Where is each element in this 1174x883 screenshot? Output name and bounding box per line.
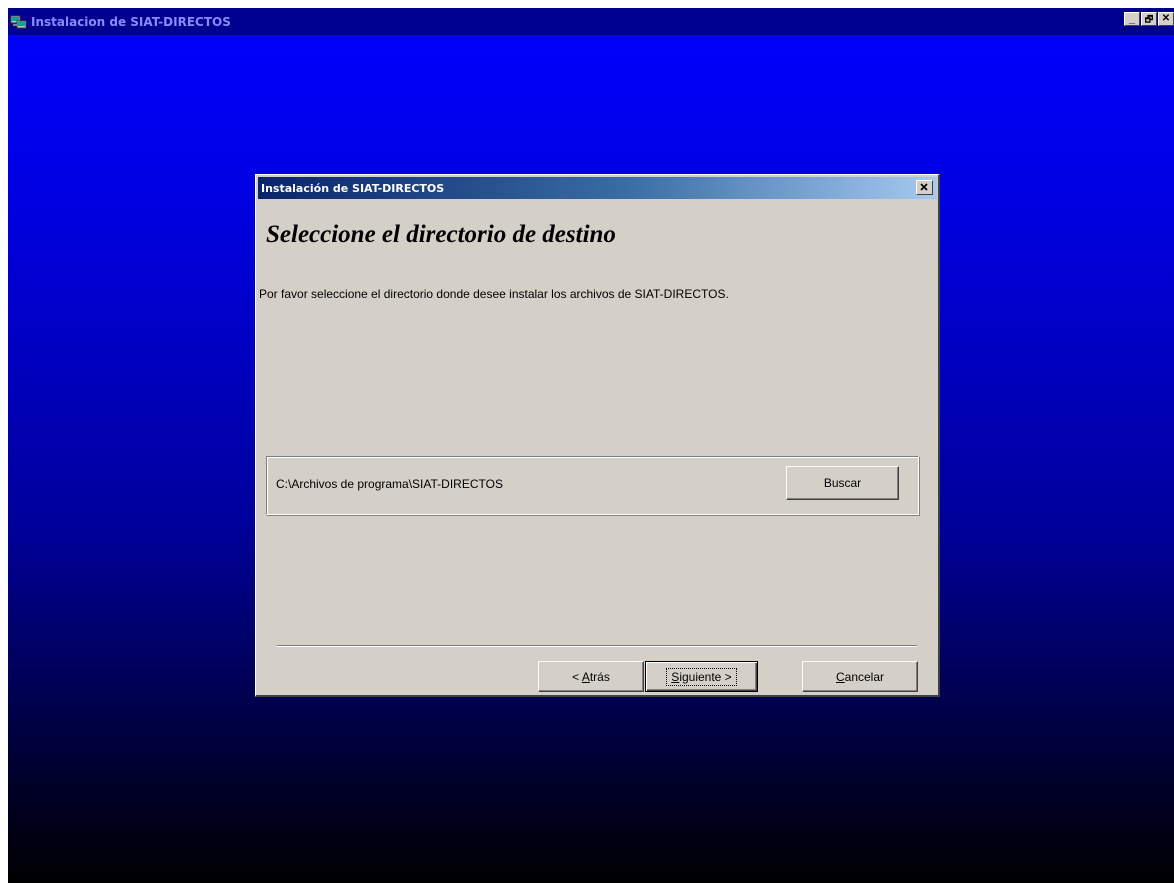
cancel-button-label: Cancelar — [835, 669, 885, 684]
outer-window-title: Instalacion de SIAT-DIRECTOS — [31, 14, 231, 29]
minimize-icon: _ — [1128, 13, 1136, 25]
outer-window-controls: _ 🗗 ✕ — [1123, 12, 1174, 26]
browse-button[interactable]: Buscar — [786, 466, 899, 500]
button-separator — [277, 645, 917, 647]
close-icon: ✕ — [1161, 13, 1171, 24]
restore-icon: 🗗 — [1144, 14, 1154, 24]
page-title: Seleccione el directorio de destino — [266, 221, 616, 248]
outer-close-button[interactable]: ✕ — [1158, 12, 1174, 26]
restore-button[interactable]: 🗗 — [1141, 12, 1157, 26]
dialog-title: Instalación de SIAT-DIRECTOS — [261, 181, 445, 195]
destination-folder-group: C:\Archivos de programa\SIAT-DIRECTOS Bu… — [266, 456, 919, 515]
instructions-text: Por favor seleccione el directorio donde… — [259, 287, 729, 301]
minimize-button[interactable]: _ — [1124, 12, 1140, 26]
close-icon — [920, 183, 928, 191]
dialog-close-button[interactable] — [916, 180, 933, 195]
back-button[interactable]: < Atrás — [538, 661, 644, 692]
destination-dialog: Instalación de SIAT-DIRECTOS Seleccione … — [255, 174, 940, 697]
next-button-label: Siguiente > — [666, 667, 737, 686]
back-button-label: < Atrás — [572, 669, 610, 684]
dialog-titlebar: Instalación de SIAT-DIRECTOS — [258, 177, 937, 199]
installer-icon — [10, 13, 28, 31]
outer-titlebar: Instalacion de SIAT-DIRECTOS _ 🗗 ✕ — [8, 8, 1174, 35]
next-button[interactable]: Siguiente > — [645, 661, 758, 692]
destination-path: C:\Archivos de programa\SIAT-DIRECTOS — [276, 477, 503, 491]
installer-background: Instalacion de SIAT-DIRECTOS _ 🗗 ✕ Insta… — [8, 8, 1174, 883]
cancel-button[interactable]: Cancelar — [802, 661, 918, 692]
browse-button-label: Buscar — [823, 476, 862, 490]
